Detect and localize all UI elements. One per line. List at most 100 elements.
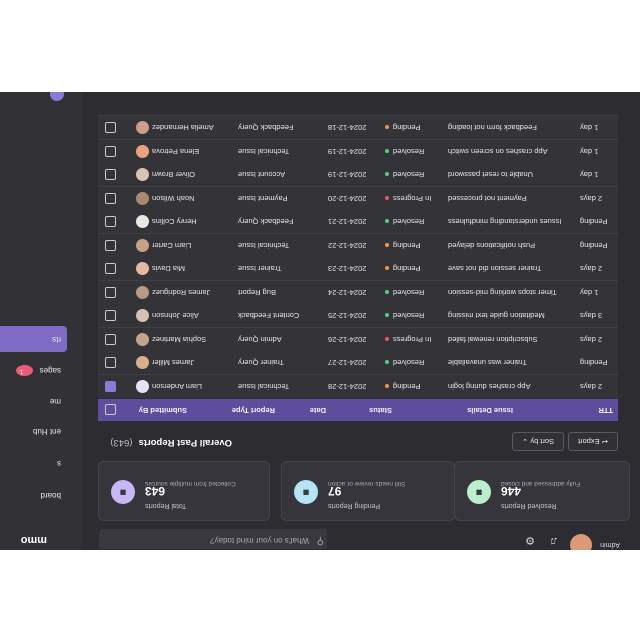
row-checkbox[interactable] bbox=[105, 216, 116, 228]
header-report-type: Report Type bbox=[231, 406, 275, 415]
status: Pending bbox=[385, 117, 443, 140]
table-row[interactable]: Noah Wilson Payment Issue 2024-12-20 In Pro… bbox=[98, 186, 618, 210]
submitted-by: Sophia Martinez bbox=[152, 335, 207, 344]
row-checkbox[interactable] bbox=[105, 381, 116, 392]
settings-icon[interactable]: ⚙ bbox=[524, 533, 536, 547]
issue-details: Subscription renewal failed bbox=[448, 335, 538, 344]
avatar bbox=[136, 309, 149, 323]
bell-icon[interactable]: ♫ bbox=[548, 533, 560, 547]
sidebar-item-5[interactable]: rts bbox=[0, 326, 67, 352]
table-row[interactable]: James Rodriguez Bug Report 2024-12-24 Resol… bbox=[98, 280, 618, 304]
ttr: 1 day bbox=[580, 123, 599, 133]
row-checkbox[interactable] bbox=[105, 240, 116, 251]
avatar bbox=[136, 333, 149, 346]
report-type: Admin Query bbox=[238, 335, 282, 344]
status-text: Resolved bbox=[393, 217, 425, 227]
report-date: 2024-12-22 bbox=[328, 241, 367, 250]
sidebar-item-label: s bbox=[57, 459, 61, 468]
report-date: 2024-12-24 bbox=[328, 288, 367, 297]
issue-details: Trainer session did not save bbox=[448, 264, 542, 274]
stat-label: Pending Reports bbox=[328, 502, 381, 509]
sidebar-item-label: me bbox=[49, 397, 61, 406]
report-type: Feedback Query bbox=[238, 217, 294, 227]
sidebar-item-1[interactable]: s bbox=[0, 450, 67, 476]
submitted-by: Noah Wilson bbox=[152, 194, 195, 203]
table-row[interactable]: Henry Collins Feedback Query 2024-12-21 Res… bbox=[98, 209, 618, 234]
table-row[interactable]: Liam Carter Technical Issue 2024-12-22 Pend… bbox=[98, 233, 618, 257]
status-dot bbox=[385, 383, 389, 388]
table-row[interactable]: Amelia Hernandez Feedback Query 2024-12-18… bbox=[98, 115, 618, 140]
report-type: Bug Report bbox=[238, 288, 276, 297]
status: In Progress bbox=[385, 328, 443, 351]
table-row[interactable]: Elena Petrova Technical Issue 2024-12-19 Re… bbox=[98, 139, 618, 163]
sidebar-item-label: ent Hub bbox=[32, 427, 61, 436]
issue-details: App crashes on screen switch bbox=[448, 147, 548, 156]
top-bar: Admin ♫ ⚙ ⚲ What's on your mind today? bbox=[82, 528, 640, 550]
report-type: Technical Issue bbox=[238, 382, 290, 391]
issue-details: Unable to reset password bbox=[448, 170, 534, 180]
row-checkbox[interactable] bbox=[105, 169, 116, 181]
avatar bbox=[136, 356, 149, 370]
sidebar-item-label: sages bbox=[39, 366, 61, 375]
status-dot bbox=[385, 242, 389, 247]
ttr: 2 days bbox=[580, 382, 603, 391]
row-checkbox[interactable] bbox=[105, 193, 116, 204]
sidebar-item-3[interactable]: me bbox=[0, 388, 67, 414]
table-row[interactable]: Alice Johnson Content Feedback 2024-12-25 R… bbox=[98, 303, 618, 328]
sidebar-item-0[interactable]: board bbox=[0, 482, 67, 508]
ttr: 2 days bbox=[580, 335, 603, 344]
table-row[interactable]: James Miller Trainer Query 2024-12-27 Resol… bbox=[98, 350, 618, 375]
report-date: 2024-12-28 bbox=[328, 382, 367, 391]
search-input[interactable]: ⚲ What's on your mind today? bbox=[99, 529, 327, 549]
user-avatar[interactable] bbox=[570, 534, 592, 550]
report-date: 2024-12-23 bbox=[328, 264, 367, 274]
row-checkbox[interactable] bbox=[105, 263, 116, 275]
submitted-by: Liam Carter bbox=[152, 241, 192, 250]
export-icon: ↩ bbox=[601, 437, 609, 446]
row-checkbox[interactable] bbox=[105, 287, 116, 298]
status: Resolved bbox=[385, 352, 443, 375]
report-date: 2024-12-27 bbox=[328, 358, 367, 368]
submitted-by: Elena Petrova bbox=[152, 147, 200, 156]
row-checkbox[interactable] bbox=[105, 310, 116, 322]
table-row[interactable]: Mia Davis Trainer Issue 2024-12-23 Pending T… bbox=[98, 256, 618, 281]
status-dot bbox=[385, 125, 389, 130]
select-all-checkbox[interactable] bbox=[105, 404, 116, 415]
table-row[interactable]: Liam Anderson Technical Issue 2024-12-28 Pe… bbox=[98, 374, 618, 398]
sidebar-item-4[interactable]: sages 1 bbox=[0, 357, 67, 383]
table-row[interactable]: Oliver Brown Account Issue 2024-12-19 Resol… bbox=[98, 162, 618, 187]
status-dot bbox=[385, 360, 389, 365]
status-dot bbox=[385, 148, 389, 153]
status: Pending bbox=[385, 375, 443, 398]
sidebar-item-2[interactable]: ent Hub bbox=[0, 418, 67, 444]
sort-button[interactable]: Sort by ⌄ bbox=[512, 432, 564, 451]
submitted-by: James Rodriguez bbox=[152, 288, 211, 297]
row-checkbox[interactable] bbox=[105, 334, 116, 345]
dashboard-rotated-view: Admin ♫ ⚙ ⚲ What's on your mind today? ■… bbox=[0, 92, 640, 550]
report-count: (643) bbox=[110, 437, 133, 448]
row-checkbox[interactable] bbox=[105, 146, 116, 157]
status: Pending bbox=[385, 258, 443, 281]
avatar bbox=[136, 168, 149, 182]
status-text: Resolved bbox=[393, 147, 425, 156]
report-type: Technical Issue bbox=[238, 241, 290, 250]
stat-card-pending-reports: ■ Pending Reports 97 Still needs review or … bbox=[281, 461, 455, 521]
report-type: Trainer Issue bbox=[238, 264, 282, 274]
table-row[interactable]: Sophia Martinez Admin Query 2024-12-26 In P… bbox=[98, 327, 618, 351]
ttr: 2 days bbox=[580, 264, 603, 274]
avatar bbox=[136, 145, 149, 158]
avatar bbox=[136, 262, 149, 276]
submitted-by: Amelia Hernandez bbox=[152, 123, 214, 133]
sidebar-item-label: rts bbox=[52, 335, 61, 344]
status-dot bbox=[385, 172, 389, 177]
row-checkbox[interactable] bbox=[105, 357, 116, 369]
export-button[interactable]: ↩ Export bbox=[568, 432, 618, 451]
status-dot bbox=[385, 266, 389, 271]
stat-card-total-reports: ■ Total Reports 643 Collected from multiple… bbox=[98, 461, 270, 521]
header-ttr: TTR bbox=[598, 406, 613, 415]
issue-details: Push notifications delayed bbox=[448, 241, 536, 250]
user-name: Admin bbox=[600, 541, 620, 548]
stat-card-resolved-reports: ■ Resolved Reports 446 Fully addressed and … bbox=[454, 461, 630, 521]
avatar bbox=[136, 286, 149, 299]
row-checkbox[interactable] bbox=[105, 122, 116, 134]
